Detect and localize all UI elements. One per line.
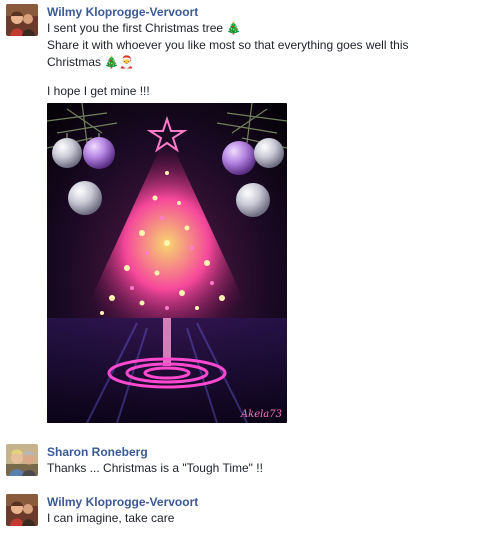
svg-text:Akela73: Akela73 <box>240 409 282 420</box>
christmas-tree-emoji-icon: 🎄 <box>226 21 242 35</box>
message-text: Thanks ... Christmas is a "Tough Time" !… <box>47 461 263 475</box>
message-text: Share it with whoever you like most so t… <box>47 38 409 52</box>
message-text: Christmas 🎄🎅 <box>47 55 135 69</box>
author-name[interactable]: Sharon Roneberg <box>47 444 484 460</box>
avatar[interactable] <box>6 4 38 36</box>
santa-emoji-icon: 🎅 <box>119 55 135 69</box>
christmas-tree-image[interactable]: Akela73 <box>47 103 287 423</box>
author-name[interactable]: Wilmy Kloprogge-Vervoort <box>47 494 484 510</box>
message-text: I can imagine, take care <box>47 511 175 525</box>
avatar[interactable] <box>6 494 38 526</box>
author-name[interactable]: Wilmy Kloprogge-Vervoort <box>47 4 484 20</box>
christmas-tree-emoji-icon: 🎄 <box>104 55 120 69</box>
avatar[interactable] <box>6 444 38 476</box>
message-text: I hope I get mine !!! <box>47 84 150 98</box>
message-text: I sent you the first Christmas tree 🎄 <box>47 21 242 35</box>
